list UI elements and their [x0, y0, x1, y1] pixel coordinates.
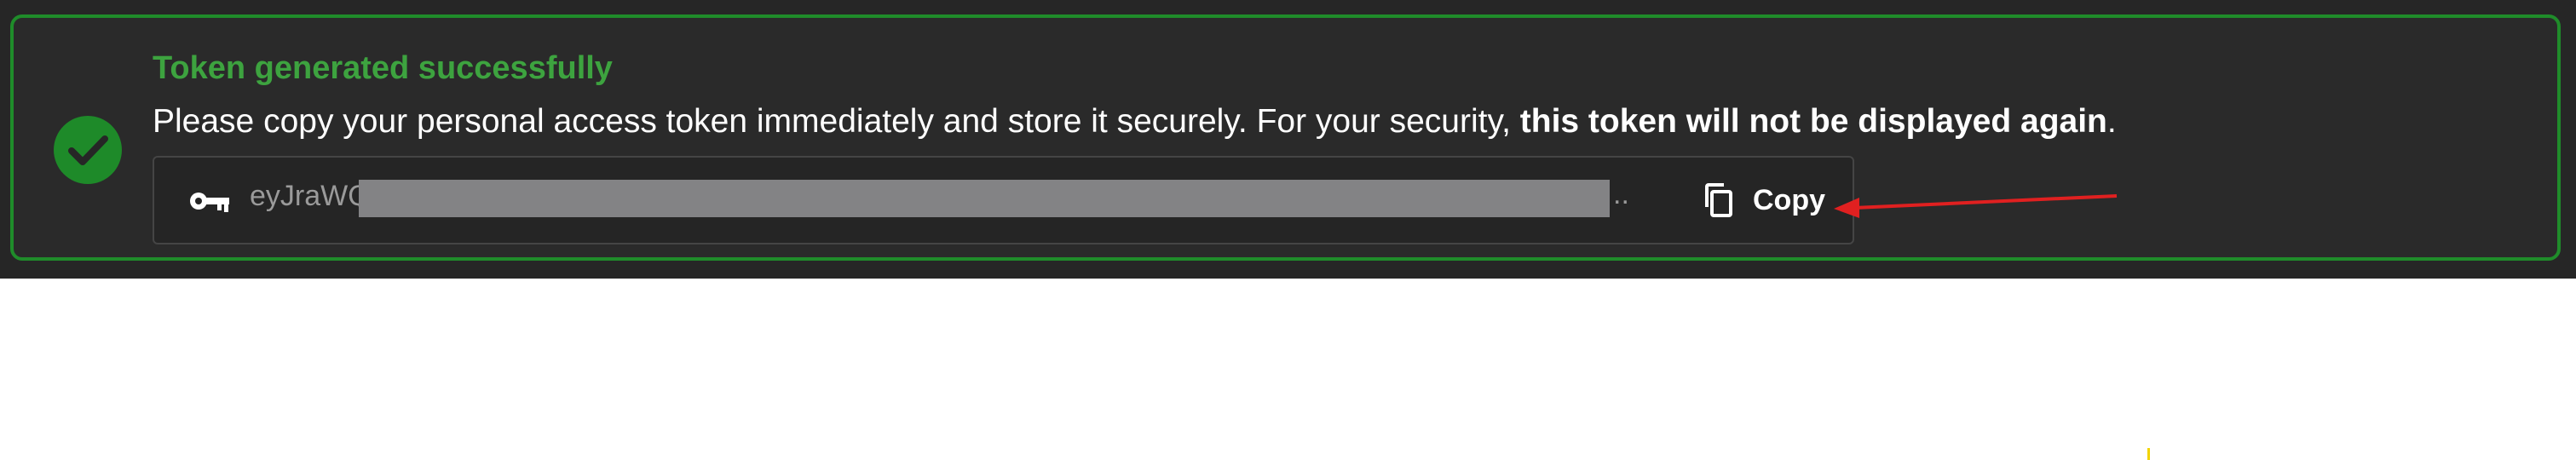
copy-icon [1705, 183, 1732, 217]
message-emphasis: this token will not be displayed again [1519, 103, 2107, 140]
key-icon [190, 193, 229, 212]
top-panel: Token generated successfully Please copy… [0, 0, 2576, 279]
cursor-mark [2147, 448, 2150, 460]
message-text: Please copy your personal access token i… [153, 103, 1520, 140]
check-circle-icon [54, 116, 122, 184]
token-value[interactable]: eyJraWQ [250, 180, 371, 213]
annotation-arrow [1834, 194, 2118, 218]
banner-message: Please copy your personal access token i… [153, 103, 2117, 141]
redaction-block [359, 180, 1610, 217]
copy-button[interactable]: Copy [1688, 170, 1841, 231]
success-banner: Token generated successfully Please copy… [10, 14, 2561, 261]
copy-button-label: Copy [1753, 183, 1825, 216]
message-end: . [2106, 103, 2117, 140]
banner-title: Token generated successfully [153, 50, 613, 86]
token-field[interactable]: eyJraWQ .. Copy [153, 156, 1854, 244]
token-ellipsis: .. [1613, 178, 1629, 210]
